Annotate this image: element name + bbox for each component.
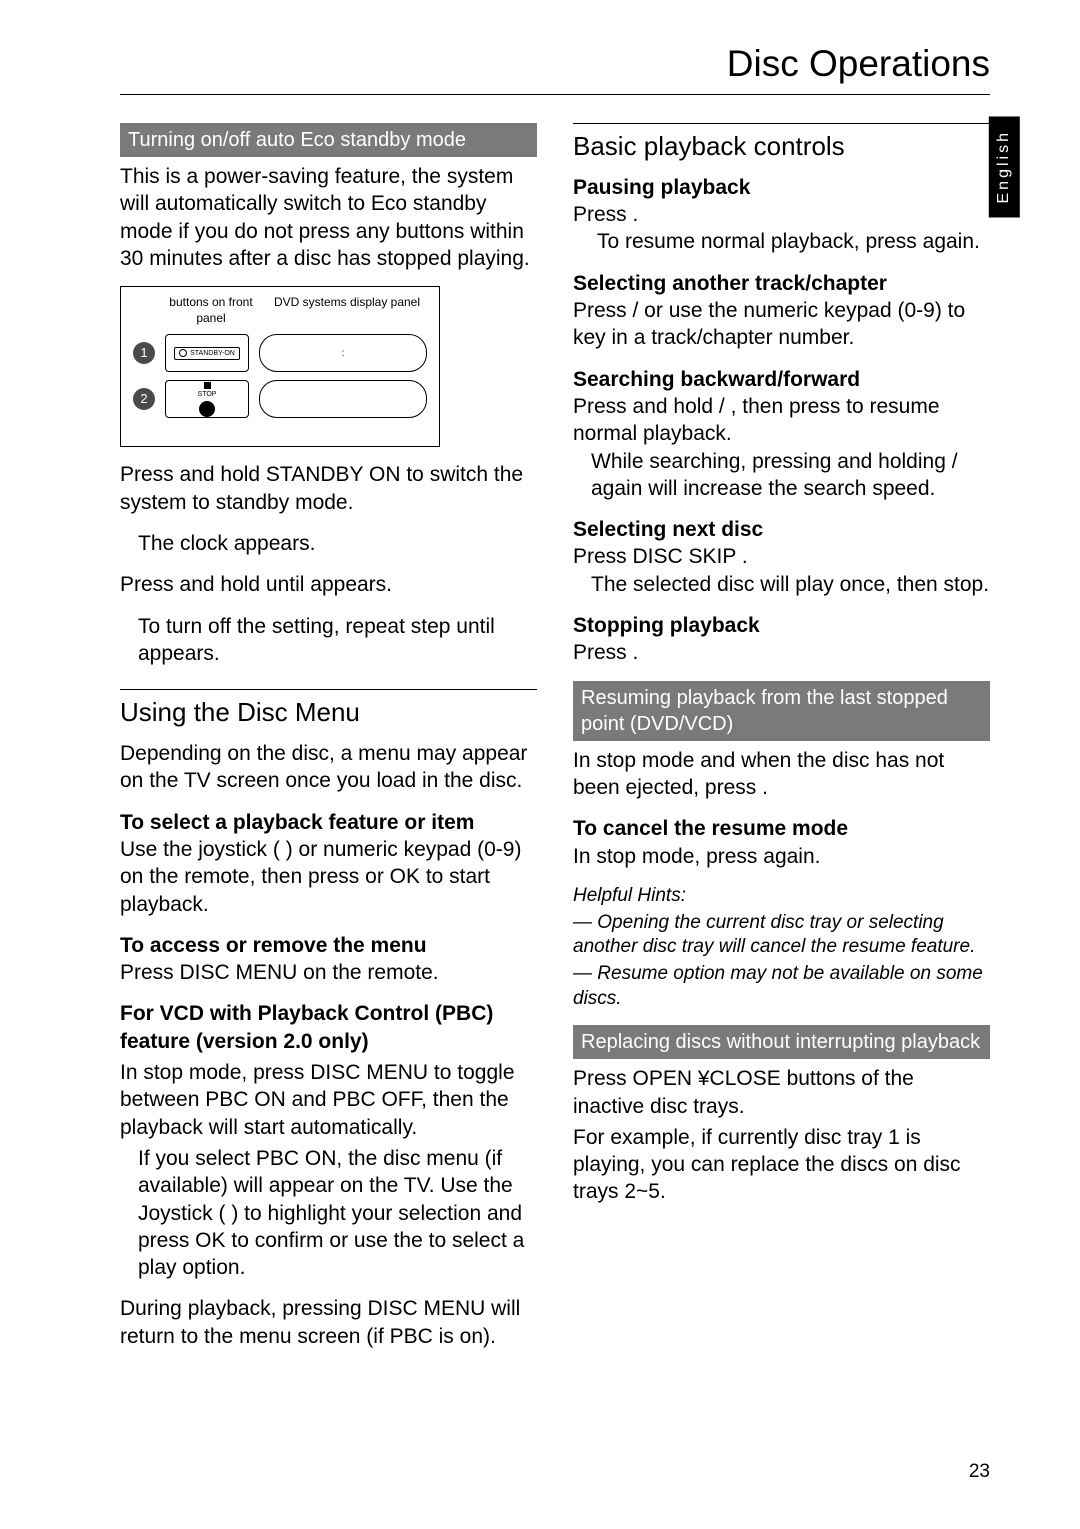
step-number-2: 2 xyxy=(133,388,155,410)
track-text: Press / or use the numeric keypad (0-9) … xyxy=(573,297,990,352)
content-columns: Turning on/off auto Eco standby mode Thi… xyxy=(120,123,990,1364)
diagram-col1-label: buttons on front panel xyxy=(169,295,253,326)
replace-p1: Press OPEN ¥CLOSE buttons of the inactiv… xyxy=(573,1065,990,1120)
pause-heading: Pausing playback xyxy=(573,176,750,199)
hints-heading: Helpful Hints: xyxy=(573,884,990,909)
diagram-col2-label: DVD systems display panel xyxy=(267,295,427,326)
resume-sub: To cancel the resume mode xyxy=(573,817,848,840)
eco-mode-heading: Turning on/off auto Eco standby mode xyxy=(120,123,537,157)
disc-menu-title: Using the Disc Menu xyxy=(120,689,537,730)
eco-step1: Press and hold STANDBY ON to switch the … xyxy=(120,461,537,516)
resume-heading: Resuming playback from the last stopped … xyxy=(573,681,990,741)
nextdisc-text: Press DISC SKIP . xyxy=(573,543,990,570)
stop-square-icon xyxy=(204,382,211,389)
basic-playback-title: Basic playback controls xyxy=(573,123,990,164)
page-number: 23 xyxy=(969,1460,990,1485)
pause-text: Press . xyxy=(573,201,990,228)
pause-note: To resume normal playback, press again. xyxy=(573,228,990,255)
power-icon xyxy=(179,349,187,357)
display-panel-2 xyxy=(259,380,427,418)
eco-step2: Press and hold until appears. xyxy=(120,571,537,598)
track-heading: Selecting another track/chapter xyxy=(573,272,887,295)
page-title: Disc Operations xyxy=(120,40,990,95)
button-diagram: buttons on front panel DVD systems displ… xyxy=(120,286,440,447)
resume-p2: In stop mode, press again. xyxy=(573,843,990,870)
disc-menu-p3: Press DISC MENU on the remote. xyxy=(120,959,537,986)
hints-1: — Opening the current disc tray or selec… xyxy=(573,911,990,960)
disc-menu-p2: Use the joystick ( ) or numeric keypad (… xyxy=(120,836,537,918)
disc-menu-p1: Depending on the disc, a menu may appear… xyxy=(120,740,537,795)
replace-heading: Replacing discs without interrupting pla… xyxy=(573,1025,990,1059)
disc-menu-p4: In stop mode, press DISC MENU to toggle … xyxy=(120,1059,537,1141)
eco-intro-text: This is a power-saving feature, the syst… xyxy=(120,163,537,272)
display-panel-1: : xyxy=(259,334,427,372)
stop-heading: Stopping playback xyxy=(573,614,760,637)
disc-menu-p5: During playback, pressing DISC MENU will… xyxy=(120,1295,537,1350)
disc-menu-sub3: For VCD with Playback Control (PBC) feat… xyxy=(120,1002,493,1052)
standby-button-graphic: STANDBY-ON xyxy=(165,334,249,372)
hints-2: — Resume option may not be available on … xyxy=(573,962,990,1011)
right-column: Basic playback controls Pausing playback… xyxy=(573,123,990,1364)
search-text: Press and hold / , then press to resume … xyxy=(573,393,990,448)
disc-menu-sub2: To access or remove the menu xyxy=(120,934,427,957)
nextdisc-note: The selected disc will play once, then s… xyxy=(573,571,990,598)
language-tab: English xyxy=(989,116,1020,217)
stop-button-graphic: STOP xyxy=(165,380,249,418)
search-note: While searching, pressing and holding / … xyxy=(573,448,990,503)
resume-p1: In stop mode and when the disc has not b… xyxy=(573,747,990,802)
disc-menu-sub1: To select a playback feature or item xyxy=(120,811,474,834)
eco-step2-note: To turn off the setting, repeat step unt… xyxy=(120,613,537,668)
disc-menu-p4b: If you select PBC ON, the disc menu (if … xyxy=(120,1145,537,1281)
stop-text: Press . xyxy=(573,639,990,666)
eco-step1-note: The clock appears. xyxy=(120,530,537,557)
nextdisc-heading: Selecting next disc xyxy=(573,518,763,541)
step-number-1: 1 xyxy=(133,342,155,364)
search-heading: Searching backward/forward xyxy=(573,368,860,391)
left-column: Turning on/off auto Eco standby mode Thi… xyxy=(120,123,537,1364)
replace-p2: For example, if currently disc tray 1 is… xyxy=(573,1124,990,1206)
